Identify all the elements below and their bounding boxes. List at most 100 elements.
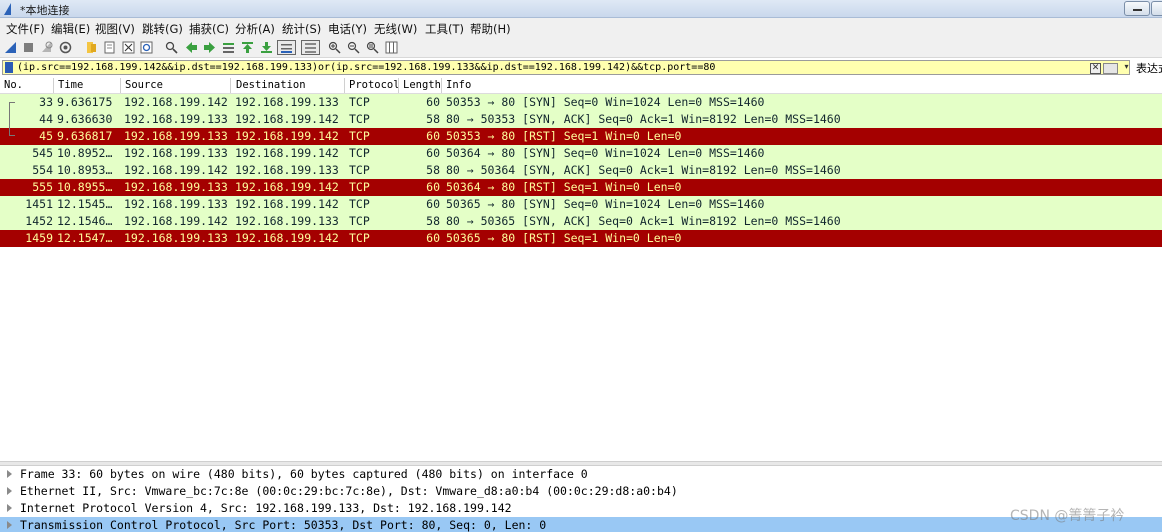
resize-columns-icon[interactable] — [384, 40, 399, 55]
cell-info: 80 → 50364 [SYN, ACK] Seq=0 Ack=1 Win=81… — [446, 163, 841, 177]
column-header-length[interactable]: Length — [403, 79, 441, 91]
capture-options-icon[interactable] — [58, 40, 73, 55]
column-header-info[interactable]: Info — [446, 79, 471, 91]
restart-capture-icon[interactable] — [39, 40, 54, 55]
menu-go[interactable]: 跳转(G) — [142, 21, 183, 37]
detail-tree-item[interactable]: Internet Protocol Version 4, Src: 192.16… — [0, 500, 1162, 517]
packet-row[interactable]: 44 9.636630 192.168.199.133 192.168.199.142… — [0, 111, 1162, 128]
cell-length: 58 — [426, 163, 440, 177]
cell-destination: 192.168.199.133 — [235, 214, 339, 228]
close-file-icon[interactable] — [121, 40, 136, 55]
cell-no: 1451 — [25, 197, 53, 211]
packet-row[interactable]: 545 10.8952… 192.168.199.133 192.168.199.14… — [0, 145, 1162, 162]
cell-destination: 192.168.199.133 — [235, 95, 339, 109]
cell-time: 10.8952… — [57, 146, 113, 160]
reload-file-icon[interactable] — [139, 40, 154, 55]
cell-destination: 192.168.199.142 — [235, 197, 339, 211]
maximize-button[interactable] — [1151, 1, 1162, 16]
cell-info: 50365 → 80 [SYN] Seq=0 Win=1024 Len=0 MS… — [446, 197, 765, 211]
cell-protocol: TCP — [349, 146, 370, 160]
packet-row[interactable]: 555 10.8955… 192.168.199.133 192.168.199.14… — [0, 179, 1162, 196]
open-file-icon[interactable] — [84, 40, 99, 55]
display-filter-input[interactable]: (ip.src==192.168.199.142&&ip.dst==192.16… — [2, 60, 1130, 75]
packet-row[interactable]: 1451 12.1545… 192.168.199.133 192.168.199.1… — [0, 196, 1162, 213]
menu-file[interactable]: 文件(F) — [6, 21, 45, 37]
cell-length: 58 — [426, 214, 440, 228]
cell-protocol: TCP — [349, 129, 370, 143]
cell-no: 554 — [32, 163, 53, 177]
cell-protocol: TCP — [349, 163, 370, 177]
detail-tree-item[interactable]: Frame 33: 60 bytes on wire (480 bits), 6… — [0, 466, 1162, 483]
column-header-no[interactable]: No. — [4, 79, 23, 91]
cell-source: 192.168.199.142 — [124, 163, 228, 177]
go-first-icon[interactable] — [240, 40, 255, 55]
cell-no: 545 — [32, 146, 53, 160]
conversation-bracket-end — [9, 135, 15, 136]
auto-scroll-icon[interactable] — [277, 40, 296, 55]
start-capture-icon[interactable] — [3, 40, 18, 55]
find-packet-icon[interactable] — [164, 40, 179, 55]
cell-length: 58 — [426, 112, 440, 126]
cell-info: 80 → 50353 [SYN, ACK] Seq=0 Ack=1 Win=81… — [446, 112, 841, 126]
apply-filter-icon[interactable] — [1103, 63, 1118, 74]
menu-statistics[interactable]: 统计(S) — [282, 21, 321, 37]
zoom-in-icon[interactable] — [327, 40, 342, 55]
expand-arrow-icon[interactable] — [7, 487, 12, 495]
main-toolbar — [0, 38, 1162, 58]
packet-list[interactable]: No. Time Source Destination Protocol Len… — [0, 77, 1162, 461]
column-divider[interactable] — [441, 78, 442, 93]
menu-telephony[interactable]: 电话(Y) — [328, 21, 367, 37]
detail-tree-item[interactable]: Ethernet II, Src: Vmware_bc:7c:8e (00:0c… — [0, 483, 1162, 500]
column-divider[interactable] — [120, 78, 121, 93]
cell-length: 60 — [426, 231, 440, 245]
packet-row[interactable]: 1452 12.1546… 192.168.199.142 192.168.199.1… — [0, 213, 1162, 230]
column-divider[interactable] — [398, 78, 399, 93]
menu-analyze[interactable]: 分析(A) — [235, 21, 275, 37]
go-forward-icon[interactable] — [202, 40, 217, 55]
menu-capture[interactable]: 捕获(C) — [189, 21, 229, 37]
zoom-out-icon[interactable] — [346, 40, 361, 55]
column-header-time[interactable]: Time — [58, 79, 83, 91]
packet-details[interactable]: Frame 33: 60 bytes on wire (480 bits), 6… — [0, 466, 1162, 532]
packet-row[interactable]: 1459 12.1547… 192.168.199.133 192.168.199.1… — [0, 230, 1162, 247]
menu-view[interactable]: 视图(V) — [95, 21, 135, 37]
packet-row[interactable]: 45 9.636817 192.168.199.133 192.168.199.142… — [0, 128, 1162, 145]
colorize-icon[interactable] — [301, 40, 320, 55]
window-title: *本地连接 — [20, 4, 70, 17]
minimize-button[interactable] — [1124, 1, 1150, 16]
clear-filter-icon[interactable]: ✕ — [1090, 63, 1101, 74]
cell-protocol: TCP — [349, 112, 370, 126]
column-header-destination[interactable]: Destination — [236, 79, 306, 91]
expand-arrow-icon[interactable] — [7, 521, 12, 529]
packet-row[interactable]: 554 10.8953… 192.168.199.142 192.168.199.13… — [0, 162, 1162, 179]
cell-source: 192.168.199.133 — [124, 146, 228, 160]
detail-tree-item[interactable]: Transmission Control Protocol, Src Port:… — [0, 517, 1162, 532]
expand-arrow-icon[interactable] — [7, 504, 12, 512]
cell-protocol: TCP — [349, 180, 370, 194]
expand-arrow-icon[interactable] — [7, 470, 12, 478]
go-back-icon[interactable] — [184, 40, 199, 55]
go-last-icon[interactable] — [259, 40, 274, 55]
save-file-icon[interactable] — [102, 40, 117, 55]
title-bar: *本地连接 — [0, 0, 1162, 18]
menu-tools[interactable]: 工具(T) — [425, 21, 464, 37]
menu-help[interactable]: 帮助(H) — [470, 21, 511, 37]
column-divider[interactable] — [344, 78, 345, 93]
display-filter-text: (ip.src==192.168.199.142&&ip.dst==192.16… — [17, 62, 716, 73]
stop-capture-icon[interactable] — [21, 40, 36, 55]
detail-tree-label: Internet Protocol Version 4, Src: 192.16… — [20, 501, 512, 515]
menu-edit[interactable]: 编辑(E) — [51, 21, 90, 37]
column-header-protocol[interactable]: Protocol — [349, 79, 400, 91]
expression-button[interactable]: 表达式 — [1136, 60, 1162, 76]
packet-row[interactable]: 33 9.636175 192.168.199.142 192.168.199.133… — [0, 94, 1162, 111]
zoom-normal-icon[interactable] — [365, 40, 380, 55]
filter-history-dropdown-icon[interactable]: ▾ — [1121, 62, 1132, 75]
cell-destination: 192.168.199.142 — [235, 146, 339, 160]
column-divider[interactable] — [230, 78, 231, 93]
column-divider[interactable] — [53, 78, 54, 93]
go-to-packet-icon[interactable] — [221, 40, 236, 55]
column-header-source[interactable]: Source — [125, 79, 163, 91]
filter-bookmark-icon[interactable] — [5, 62, 13, 73]
cell-time: 9.636175 — [57, 95, 113, 109]
menu-wireless[interactable]: 无线(W) — [374, 21, 417, 37]
